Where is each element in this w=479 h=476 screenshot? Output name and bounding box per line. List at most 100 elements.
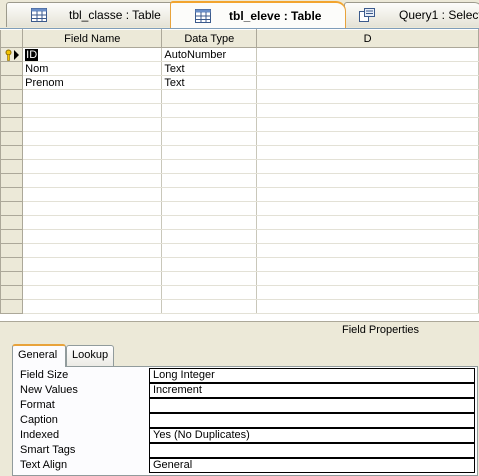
description-cell[interactable]	[256, 187, 479, 202]
description-cell[interactable]	[256, 159, 479, 174]
row-selector[interactable]	[0, 229, 24, 244]
table-row[interactable]	[0, 243, 479, 258]
data-type-cell[interactable]: Text	[161, 61, 258, 76]
field-name-cell[interactable]	[22, 299, 163, 314]
data-type-cell[interactable]	[161, 201, 258, 216]
row-selector[interactable]	[0, 271, 24, 286]
row-selector[interactable]	[0, 215, 24, 230]
field-name-cell[interactable]	[22, 103, 163, 118]
field-name-cell[interactable]: Prenom	[22, 75, 163, 90]
table-row[interactable]	[0, 257, 479, 272]
field-name-cell[interactable]	[22, 117, 163, 132]
smart-tags-value[interactable]	[149, 443, 475, 458]
table-row[interactable]	[0, 215, 479, 230]
description-cell[interactable]	[256, 243, 479, 258]
column-header-description[interactable]: D	[256, 29, 479, 48]
description-cell[interactable]	[256, 285, 479, 300]
format-value[interactable]	[149, 398, 475, 413]
column-header-field-name[interactable]: Field Name	[22, 29, 163, 48]
caption-value[interactable]	[149, 413, 475, 428]
table-row[interactable]	[0, 201, 479, 216]
row-selector[interactable]	[0, 75, 24, 90]
tab-lookup[interactable]: Lookup	[66, 345, 114, 366]
table-row[interactable]	[0, 89, 479, 104]
table-row[interactable]: Nom Text	[0, 61, 479, 76]
field-name-cell[interactable]: Nom	[22, 61, 163, 76]
data-type-cell[interactable]	[161, 89, 258, 104]
field-name-cell[interactable]	[22, 285, 163, 300]
table-row[interactable]	[0, 131, 479, 146]
description-cell[interactable]	[256, 117, 479, 132]
field-name-cell[interactable]	[22, 257, 163, 272]
description-cell[interactable]	[256, 215, 479, 230]
table-row[interactable]	[0, 299, 479, 314]
description-cell[interactable]	[256, 173, 479, 188]
description-cell[interactable]	[256, 271, 479, 286]
tab-general[interactable]: General	[12, 344, 66, 367]
table-row[interactable]	[0, 229, 479, 244]
row-selector[interactable]	[0, 201, 24, 216]
field-name-cell[interactable]	[22, 89, 163, 104]
row-selector[interactable]	[0, 117, 24, 132]
data-type-cell[interactable]	[161, 271, 258, 286]
data-type-cell[interactable]	[161, 299, 258, 314]
data-type-cell[interactable]: AutoNumber	[161, 47, 258, 62]
row-selector[interactable]	[0, 61, 24, 76]
row-selector[interactable]	[0, 299, 24, 314]
tab-tbl-eleve[interactable]: tbl_eleve : Table	[170, 1, 346, 28]
table-row[interactable]: ID AutoNumber	[0, 47, 479, 62]
data-type-cell[interactable]	[161, 187, 258, 202]
field-name-cell[interactable]	[22, 201, 163, 216]
field-name-cell[interactable]	[22, 159, 163, 174]
description-cell[interactable]	[256, 131, 479, 146]
description-cell[interactable]	[256, 89, 479, 104]
row-selector[interactable]	[0, 257, 24, 272]
data-type-cell[interactable]	[161, 229, 258, 244]
row-selector[interactable]	[0, 243, 24, 258]
field-size-value[interactable]: Long Integer	[149, 368, 475, 383]
data-type-cell[interactable]	[161, 103, 258, 118]
column-header-data-type[interactable]: Data Type	[161, 29, 258, 48]
text-align-value[interactable]: General	[149, 458, 475, 473]
data-type-cell[interactable]	[161, 285, 258, 300]
description-cell[interactable]	[256, 229, 479, 244]
field-name-cell[interactable]: ID	[22, 47, 163, 62]
field-name-cell[interactable]	[22, 187, 163, 202]
table-row[interactable]	[0, 103, 479, 118]
indexed-value[interactable]: Yes (No Duplicates)	[149, 428, 475, 443]
tab-query1[interactable]: Query1 : Select Qu	[344, 2, 479, 27]
field-name-cell[interactable]	[22, 145, 163, 160]
row-selector[interactable]	[0, 285, 24, 300]
field-name-cell[interactable]	[22, 215, 163, 230]
data-type-cell[interactable]	[161, 257, 258, 272]
table-row[interactable]	[0, 187, 479, 202]
field-name-cell[interactable]	[22, 229, 163, 244]
table-row[interactable]	[0, 145, 479, 160]
table-row[interactable]	[0, 159, 479, 174]
field-name-cell[interactable]	[22, 173, 163, 188]
grid-corner[interactable]	[0, 29, 24, 48]
description-cell[interactable]	[256, 47, 479, 62]
data-type-cell[interactable]	[161, 173, 258, 188]
data-type-cell[interactable]	[161, 131, 258, 146]
row-selector[interactable]	[0, 89, 24, 104]
description-cell[interactable]	[256, 145, 479, 160]
row-selector[interactable]	[0, 159, 24, 174]
field-name-cell[interactable]	[22, 271, 163, 286]
description-cell[interactable]	[256, 299, 479, 314]
description-cell[interactable]	[256, 103, 479, 118]
data-type-cell[interactable]	[161, 145, 258, 160]
row-selector[interactable]	[0, 103, 24, 118]
table-row[interactable]	[0, 173, 479, 188]
tab-tbl-classe[interactable]: tbl_classe : Table	[6, 2, 182, 27]
description-cell[interactable]	[256, 201, 479, 216]
field-name-cell[interactable]	[22, 131, 163, 146]
row-selector[interactable]	[0, 145, 24, 160]
data-type-cell[interactable]: Text	[161, 75, 258, 90]
description-cell[interactable]	[256, 257, 479, 272]
table-row[interactable]	[0, 117, 479, 132]
data-type-cell[interactable]	[161, 215, 258, 230]
table-row[interactable]: Prenom Text	[0, 75, 479, 90]
field-name-cell[interactable]	[22, 243, 163, 258]
data-type-cell[interactable]	[161, 159, 258, 174]
